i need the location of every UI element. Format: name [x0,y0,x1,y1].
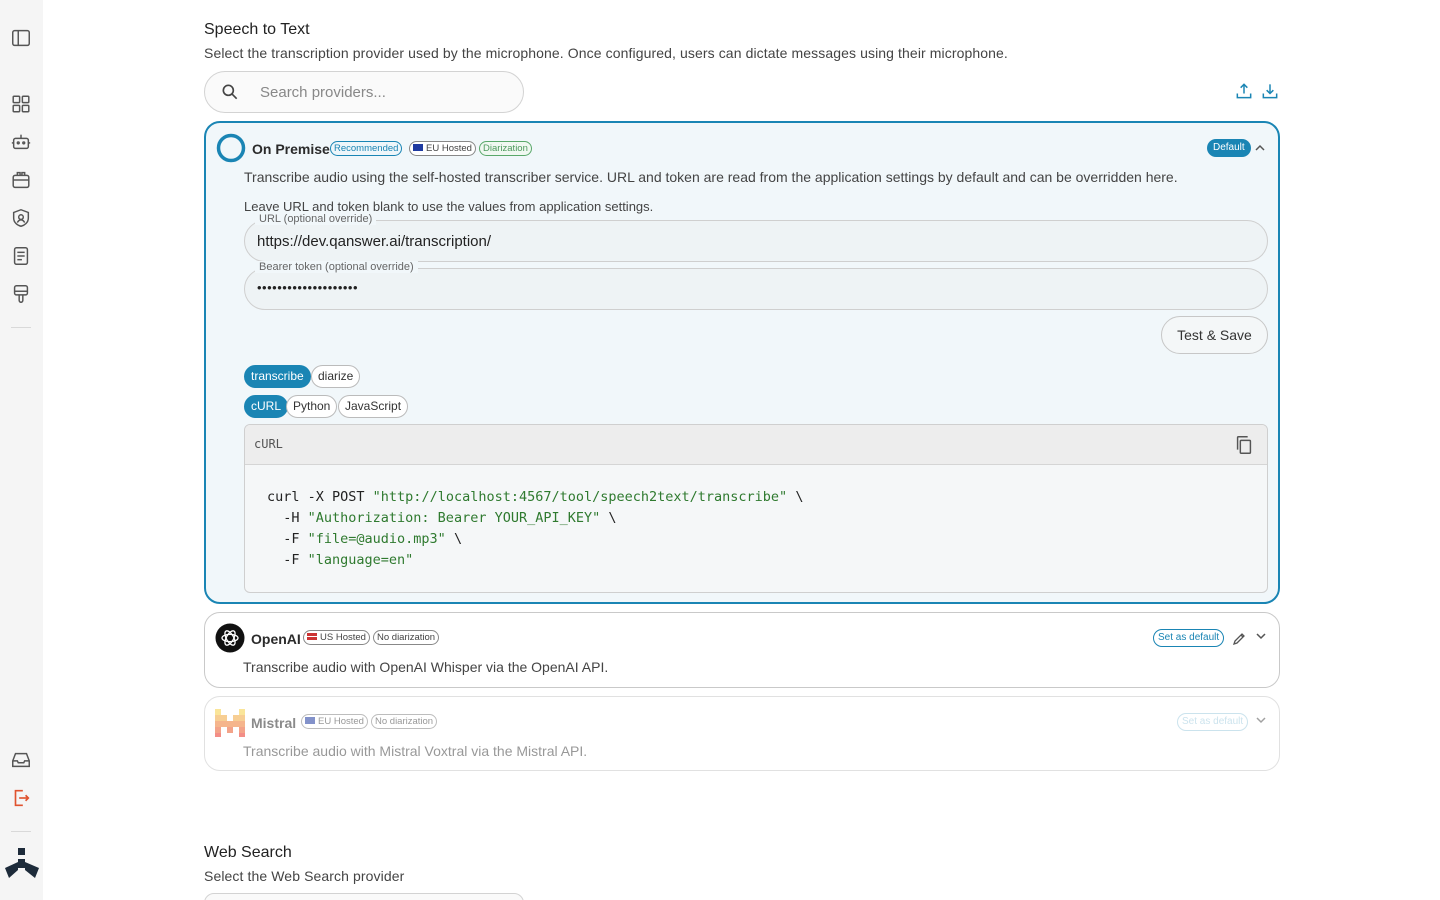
provider-name: Mistral [251,715,297,731]
tab-diarize[interactable]: diarize [311,365,361,388]
chevron-down-icon[interactable] [1255,713,1267,725]
token-field-label: Bearer token (optional override) [255,261,418,273]
chip-eu-hosted: EU Hosted [301,714,368,729]
code-line: -H "Authorization: Bearer YOUR_API_KEY" … [267,508,1245,529]
provider-name: OpenAI [251,631,301,647]
eu-flag-icon [413,144,423,151]
code-line: -F "language=en" [267,550,1245,571]
download-icon[interactable] [1260,81,1280,106]
chip-recommended: Recommended [330,141,403,156]
chip-label: US Hosted [320,632,366,643]
chevron-down-icon[interactable] [1255,629,1267,641]
sidebar [0,0,43,900]
search-icon [222,84,238,100]
code-line: -F "file=@audio.mp3" \ [267,529,1245,550]
logout-icon[interactable] [10,787,32,809]
app-logo-icon[interactable] [5,848,39,882]
inbox-icon[interactable] [10,749,32,771]
copy-icon[interactable] [1233,434,1255,456]
provider-search[interactable] [204,71,524,113]
code-language-label: cURL [254,437,283,451]
token-field-value[interactable]: •••••••••••••••••••• [257,280,358,295]
code-cmd: \ [600,510,617,526]
plugin-icon[interactable] [10,169,32,191]
code-cmd: -F [267,552,308,568]
chip-label: EU Hosted [426,143,472,154]
url-field-value[interactable]: https://dev.qanswer.ai/transcription/ [257,233,491,250]
mistral-logo-icon [215,709,245,737]
code-string: "file=@audio.mp3" [307,531,446,547]
provider-description: Transcribe audio with OpenAI Whisper via… [243,659,609,675]
code-cmd: curl -X POST [267,489,373,505]
web-search-provider-search[interactable] [204,893,524,900]
code-string: "language=en" [307,552,414,568]
code-cmd: \ [445,531,463,547]
set-default-button[interactable]: Set as default [1153,629,1225,647]
code-cmd: -F [267,531,308,547]
chip-eu-hosted: EU Hosted [409,141,476,156]
provider-card-openai[interactable]: OpenAI US Hosted No diarization Set as d… [204,612,1280,688]
document-icon[interactable] [10,245,32,267]
brush-icon[interactable] [10,283,32,305]
url-field-label: URL (optional override) [255,213,377,225]
chip-label: EU Hosted [318,716,364,727]
shield-icon[interactable] [10,207,32,229]
code-header: cURL [245,425,1267,465]
code-sample: cURL curl -X POST "http://localhost:4567… [244,424,1268,593]
chevron-up-icon[interactable] [1254,141,1266,153]
test-save-button[interactable]: Test & Save [1161,316,1268,354]
openai-logo-icon [215,623,245,653]
provider-description: Transcribe audio using the self-hosted t… [244,169,1178,185]
code-cmd: -H [267,510,308,526]
provider-card-on-premise[interactable]: On Premise Recommended EU Hosted Diariza… [204,121,1280,604]
web-search-section-description: Select the Web Search provider [204,868,405,884]
pencil-icon[interactable] [1231,631,1247,647]
upload-icon[interactable] [1234,81,1254,106]
code-body: curl -X POST "http://localhost:4567/tool… [245,465,1267,571]
tab-curl[interactable]: cURL [244,395,289,418]
set-default-button[interactable]: Set as default [1177,713,1249,731]
robot-icon[interactable] [10,131,32,153]
provider-card-mistral[interactable]: Mistral EU Hosted No diarization Set as … [204,696,1280,771]
dashboard-icon[interactable] [10,93,32,115]
chip-no-diarization: No diarization [371,714,438,729]
toggle-sidebar-icon[interactable] [10,27,32,49]
sidebar-divider [11,831,31,832]
tab-python[interactable]: Python [286,395,338,418]
code-line: curl -X POST "http://localhost:4567/tool… [267,487,1245,508]
code-string: "http://localhost:4567/tool/speech2text/… [372,489,788,505]
search-input[interactable] [260,83,500,101]
provider-name: On Premise [252,141,330,157]
chip-diarization: Diarization [479,141,532,156]
on-premise-logo-icon [216,133,246,163]
provider-description: Transcribe audio with Mistral Voxtral vi… [243,743,588,759]
chip-us-hosted: US Hosted [303,630,370,645]
speech-section-title: Speech to Text [204,21,310,38]
code-cmd: \ [787,489,804,505]
speech-section-description: Select the transcription provider used b… [204,45,1008,61]
tab-transcribe[interactable]: transcribe [244,365,311,388]
chip-no-diarization: No diarization [373,630,440,645]
us-flag-icon [307,633,317,640]
sidebar-divider [11,327,31,328]
code-string: "Authorization: Bearer YOUR_API_KEY" [307,510,601,526]
web-search-section-title: Web Search [204,844,292,861]
tab-javascript[interactable]: JavaScript [338,395,409,418]
settings-note: Leave URL and token blank to use the val… [244,199,654,214]
eu-flag-icon [305,717,315,724]
import-export-actions [1234,81,1280,106]
token-field[interactable]: Bearer token (optional override) •••••••… [244,261,1268,310]
url-field[interactable]: URL (optional override) https://dev.qans… [244,213,1268,262]
default-badge: Default [1207,139,1251,157]
